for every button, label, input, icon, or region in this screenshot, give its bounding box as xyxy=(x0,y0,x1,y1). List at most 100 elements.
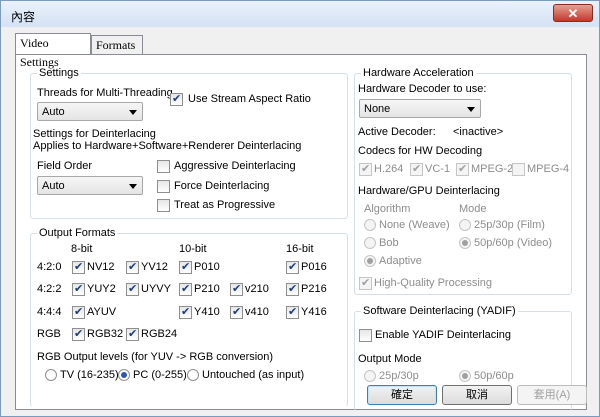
p010-label: P010 xyxy=(194,261,220,273)
tab-video-settings[interactable]: Video Settings xyxy=(15,33,91,69)
col-8bit: 8-bit xyxy=(71,243,93,255)
algo-adaptive-label: Adaptive xyxy=(379,255,422,267)
field-order-label: Field Order xyxy=(37,160,93,172)
levels-pc-radio[interactable] xyxy=(118,369,130,381)
mode-50p-radio[interactable] xyxy=(459,237,471,249)
force-deint-checkbox[interactable] xyxy=(157,180,170,193)
hw-deint-label: Hardware/GPU Deinterlacing xyxy=(358,185,500,197)
sw-mode-50p-radio[interactable] xyxy=(459,370,471,382)
algorithm-label: Algorithm xyxy=(364,203,411,215)
video-settings-panel: Settings Threads for Multi-Threading Aut… xyxy=(15,54,587,411)
h264-checkbox[interactable] xyxy=(359,162,372,176)
algo-adaptive-radio[interactable] xyxy=(364,255,376,267)
v210-label: v210 xyxy=(245,283,269,295)
algo-bob-label: Bob xyxy=(379,237,399,249)
hw-accel-title: Hardware Acceleration xyxy=(361,67,476,79)
deinterlacing-subtitle: Applies to Hardware+Software+Renderer De… xyxy=(33,140,302,152)
col-10bit: 10-bit xyxy=(179,243,207,255)
output-formats-title: Output Formats xyxy=(37,227,118,239)
chevron-down-icon xyxy=(129,110,137,115)
ayuv-label: AYUV xyxy=(87,306,117,318)
ok-label: 確定 xyxy=(391,389,413,401)
algo-none-radio[interactable] xyxy=(364,219,376,231)
cancel-button[interactable]: 取消 xyxy=(442,385,512,405)
close-button[interactable]: ✕ xyxy=(553,4,593,22)
title-bar: 內容 ✕ xyxy=(1,1,599,27)
aggressive-deint-label: Aggressive Deinterlacing xyxy=(174,160,296,172)
col-16bit: 16-bit xyxy=(286,243,314,255)
tab-label: Formats xyxy=(96,38,136,52)
aggressive-deint-checkbox[interactable] xyxy=(157,160,170,173)
apply-label: 套用(A) xyxy=(533,389,571,401)
mode-25p-label: 25p/30p (Film) xyxy=(474,219,545,231)
mpeg4-checkbox[interactable] xyxy=(512,163,525,176)
hw-decoder-label: Hardware Decoder to use: xyxy=(358,83,487,95)
rgb32-checkbox[interactable] xyxy=(72,327,85,341)
vc1-checkbox[interactable] xyxy=(410,162,423,176)
hq-processing-checkbox[interactable] xyxy=(359,276,372,290)
levels-tv-label: TV (16-235) xyxy=(60,369,119,381)
nv12-checkbox[interactable] xyxy=(72,260,85,274)
ayuv-checkbox[interactable] xyxy=(72,305,85,319)
hq-processing-label: High-Quality Processing xyxy=(374,277,492,289)
output-formats-group: Output Formats 8-bit 10-bit 16-bit 4:2:0… xyxy=(30,227,348,407)
hw-decoder-value: None xyxy=(364,103,391,115)
v410-label: v410 xyxy=(245,306,269,318)
mpeg2-checkbox[interactable] xyxy=(456,162,469,176)
treat-progressive-checkbox[interactable] xyxy=(157,199,170,212)
chevron-down-icon xyxy=(467,107,475,112)
tab-formats[interactable]: Formats xyxy=(91,35,143,54)
v410-checkbox[interactable] xyxy=(230,305,243,319)
cancel-label: 取消 xyxy=(466,389,488,401)
algo-bob-radio[interactable] xyxy=(364,237,376,249)
mode-50p-label: 50p/60p (Video) xyxy=(474,237,553,249)
threads-label: Threads for Multi-Threading xyxy=(37,87,173,99)
hw-decoder-select[interactable]: None xyxy=(359,99,481,118)
row-444-label: 4:4:4 xyxy=(37,306,62,318)
settings-group: Settings Threads for Multi-Threading Aut… xyxy=(30,67,348,219)
mpeg4-label: MPEG-4 xyxy=(527,163,570,175)
stream-aspect-label: Use Stream Aspect Ratio xyxy=(188,93,311,105)
levels-untouched-radio[interactable] xyxy=(187,369,199,381)
p210-label: P210 xyxy=(194,283,220,295)
yuy2-checkbox[interactable] xyxy=(72,282,85,296)
v210-checkbox[interactable] xyxy=(230,282,243,296)
p216-checkbox[interactable] xyxy=(286,282,299,296)
y416-checkbox[interactable] xyxy=(286,305,299,319)
algo-none-label: None (Weave) xyxy=(379,219,450,231)
yv12-checkbox[interactable] xyxy=(126,260,139,274)
yuy2-label: YUY2 xyxy=(87,283,116,295)
apply-button[interactable]: 套用(A) xyxy=(517,385,587,405)
h264-label: H.264 xyxy=(374,163,404,175)
row-rgb-label: RGB xyxy=(37,328,61,340)
hw-accel-group: Hardware Acceleration Hardware Decoder t… xyxy=(354,67,572,295)
mpeg2-label: MPEG-2 xyxy=(471,163,514,175)
field-order-value: Auto xyxy=(42,180,65,192)
uyvy-checkbox[interactable] xyxy=(126,282,139,296)
ok-button[interactable]: 確定 xyxy=(367,385,437,405)
enable-yadif-checkbox[interactable] xyxy=(359,329,372,342)
field-order-select[interactable]: Auto xyxy=(37,176,143,195)
p010-checkbox[interactable] xyxy=(179,260,192,274)
window-title: 內容 xyxy=(11,10,36,24)
rgb24-checkbox[interactable] xyxy=(126,327,139,341)
rgb24-label: RGB24 xyxy=(141,328,178,340)
levels-tv-radio[interactable] xyxy=(45,369,57,381)
y410-checkbox[interactable] xyxy=(179,305,192,319)
codecs-label: Codecs for HW Decoding xyxy=(358,145,483,157)
levels-pc-label: PC (0-255) xyxy=(133,369,187,381)
properties-window: 內容 ✕ Video Settings Formats Settings Thr… xyxy=(0,0,600,417)
stream-aspect-checkbox[interactable] xyxy=(170,92,183,106)
deinterlacing-title: Settings for Deinterlacing xyxy=(33,128,156,140)
p016-checkbox[interactable] xyxy=(286,260,299,274)
vc1-label: VC-1 xyxy=(425,163,451,175)
sw-mode-25p-radio[interactable] xyxy=(364,370,376,382)
threads-select[interactable]: Auto xyxy=(37,102,143,121)
rgb-levels-label: RGB Output levels (for YUV -> RGB conver… xyxy=(37,351,274,363)
levels-untouched-label: Untouched (as input) xyxy=(202,369,305,381)
mode-25p-radio[interactable] xyxy=(459,219,471,231)
rgb32-label: RGB32 xyxy=(87,328,124,340)
p210-checkbox[interactable] xyxy=(179,282,192,296)
y416-label: Y416 xyxy=(301,306,327,318)
p216-label: P216 xyxy=(301,283,327,295)
